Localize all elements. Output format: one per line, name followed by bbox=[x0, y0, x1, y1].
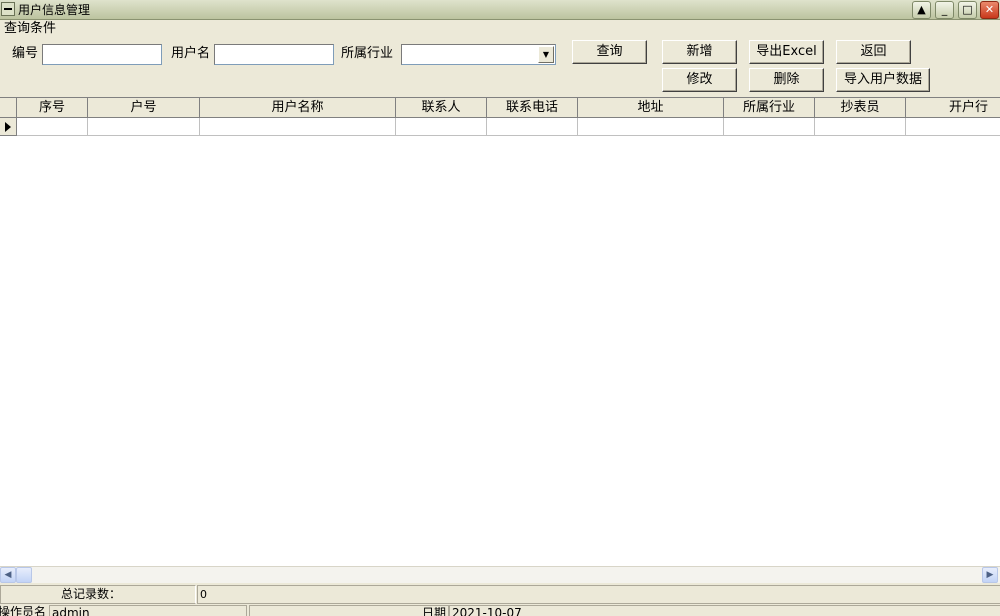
operator-value: admin bbox=[49, 605, 247, 616]
grid-cell[interactable] bbox=[578, 118, 724, 136]
current-row-arrow-icon bbox=[5, 122, 11, 132]
operator-label: 操作员名 bbox=[0, 605, 47, 616]
search-button[interactable]: 查询 bbox=[572, 40, 647, 64]
dropdown-arrow-icon[interactable]: ▼ bbox=[538, 46, 554, 63]
grid-header: 序号 户号 用户名称 联系人 联系电话 地址 所属行业 抄表员 开户行 bbox=[0, 98, 1000, 118]
grid-cell[interactable] bbox=[200, 118, 396, 136]
grid-cell[interactable] bbox=[487, 118, 578, 136]
close-button[interactable]: ✕ bbox=[980, 1, 999, 19]
column-header[interactable]: 抄表员 bbox=[815, 98, 906, 118]
column-header[interactable]: 地址 bbox=[578, 98, 724, 118]
back-button[interactable]: 返回 bbox=[836, 40, 911, 64]
data-grid[interactable]: 序号 户号 用户名称 联系人 联系电话 地址 所属行业 抄表员 开户行 bbox=[0, 97, 1000, 566]
horizontal-scrollbar[interactable]: ◀ ▶ bbox=[0, 566, 1000, 583]
grid-corner bbox=[0, 98, 17, 118]
scroll-thumb[interactable] bbox=[16, 567, 32, 583]
window-title: 用户信息管理 bbox=[18, 3, 91, 17]
grid-cell[interactable] bbox=[815, 118, 906, 136]
title-bar[interactable]: 用户信息管理 ▲ _ □ ✕ bbox=[0, 0, 1000, 20]
query-section-legend: 查询条件 bbox=[4, 21, 57, 36]
import-users-button[interactable]: 导入用户数据 bbox=[836, 68, 930, 92]
industry-select[interactable]: ▼ bbox=[401, 44, 556, 65]
grid-cell[interactable] bbox=[396, 118, 487, 136]
help-button[interactable]: ▲ bbox=[912, 1, 931, 19]
minimize-button[interactable]: _ bbox=[935, 1, 954, 19]
row-selector[interactable] bbox=[0, 118, 17, 136]
grid-cell[interactable] bbox=[17, 118, 88, 136]
column-header[interactable]: 户号 bbox=[88, 98, 200, 118]
industry-label: 所属行业 bbox=[341, 46, 394, 61]
maximize-button[interactable]: □ bbox=[958, 1, 977, 19]
status-bar: 操作员名 admin 日期 2021-10-07 bbox=[0, 605, 1000, 616]
total-records-label: 总记录数： bbox=[0, 585, 196, 604]
username-input[interactable] bbox=[214, 44, 334, 65]
column-header[interactable]: 开户行 bbox=[906, 98, 1000, 118]
system-menu-icon[interactable] bbox=[1, 2, 15, 16]
total-records-value: 0 bbox=[197, 585, 1000, 604]
id-label: 编号 bbox=[12, 46, 39, 61]
grid-cell[interactable] bbox=[906, 118, 1000, 136]
add-button[interactable]: 新增 bbox=[662, 40, 737, 64]
date-label: 日期 bbox=[249, 605, 449, 616]
scroll-right-icon[interactable]: ▶ bbox=[982, 567, 998, 583]
id-input[interactable] bbox=[42, 44, 162, 65]
delete-button[interactable]: 删除 bbox=[749, 68, 824, 92]
column-header[interactable]: 联系人 bbox=[396, 98, 487, 118]
date-value: 2021-10-07 bbox=[449, 605, 1000, 616]
grid-cell[interactable] bbox=[724, 118, 815, 136]
grid-cell[interactable] bbox=[88, 118, 200, 136]
export-excel-button[interactable]: 导出Excel bbox=[749, 40, 824, 64]
column-header[interactable]: 序号 bbox=[17, 98, 88, 118]
edit-button[interactable]: 修改 bbox=[662, 68, 737, 92]
username-label: 用户名 bbox=[171, 46, 211, 61]
column-header[interactable]: 用户名称 bbox=[200, 98, 396, 118]
scroll-left-icon[interactable]: ◀ bbox=[0, 567, 16, 583]
column-header[interactable]: 所属行业 bbox=[724, 98, 815, 118]
column-header[interactable]: 联系电话 bbox=[487, 98, 578, 118]
